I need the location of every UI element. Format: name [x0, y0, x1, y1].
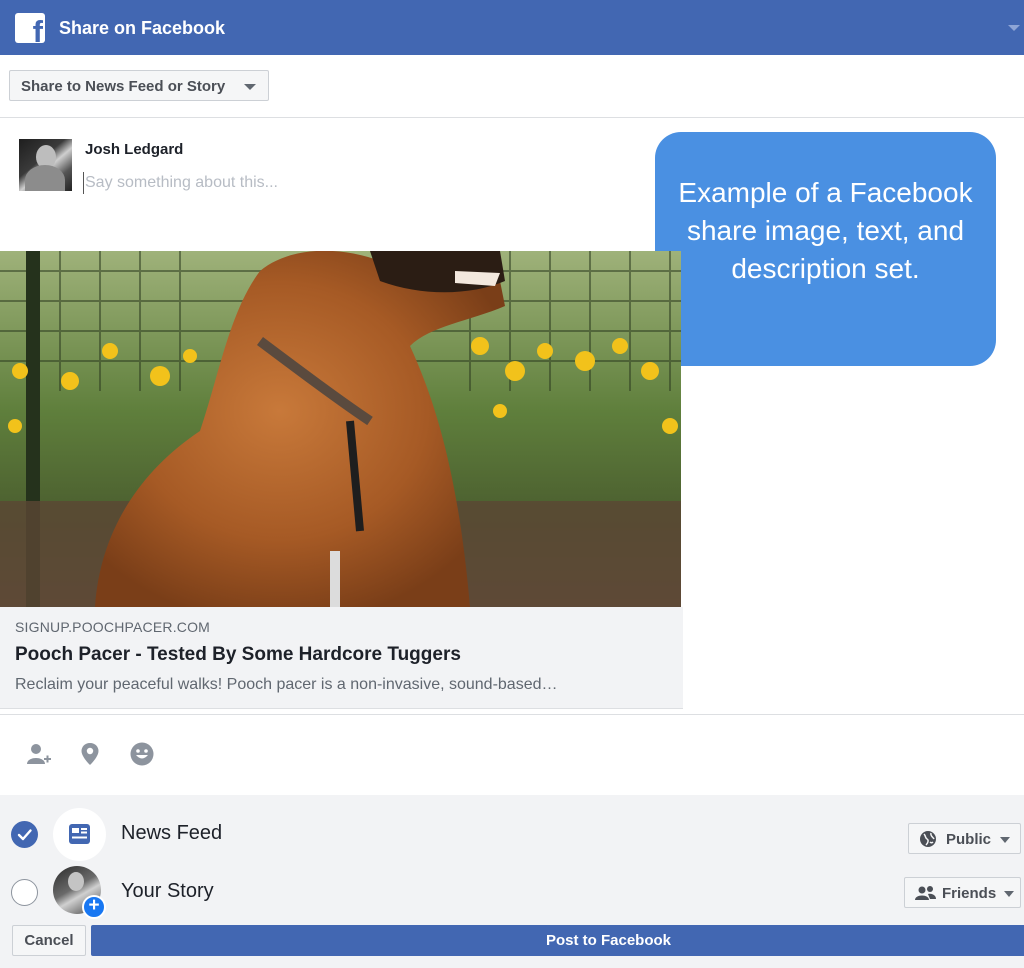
link-preview-image[interactable]	[0, 251, 681, 607]
add-story-plus-icon: +	[82, 895, 106, 919]
dialog-title: Share on Facebook	[59, 18, 226, 38]
share-target-label: Share to News Feed or Story	[21, 78, 226, 95]
news-feed-privacy-selector[interactable]: Public	[908, 823, 1021, 854]
news-feed-icon	[69, 824, 90, 844]
facebook-f-icon: f	[15, 13, 45, 43]
link-domain: SIGNUP.POOCHPACER.COM	[15, 619, 211, 635]
link-description: Reclaim your peaceful walks! Pooch pacer…	[15, 676, 558, 693]
your-story-label[interactable]: Your Story	[121, 880, 214, 903]
divider	[0, 714, 1024, 715]
tag-friends-icon[interactable]	[24, 740, 52, 768]
user-name[interactable]: Josh Ledgard	[85, 141, 183, 158]
news-feed-checkbox[interactable]	[11, 821, 38, 848]
your-story-privacy-label: Friends	[942, 885, 997, 902]
annotation-callout: Example of a Facebook share image, text,…	[655, 132, 996, 366]
caret-down-icon	[1004, 891, 1014, 897]
your-story-radio[interactable]	[11, 879, 38, 906]
share-message-input[interactable]	[83, 172, 483, 194]
chevron-down-icon[interactable]	[1008, 25, 1020, 31]
share-dialog: f Share on Facebook Share to News Feed o…	[0, 0, 1024, 968]
feeling-emoji-icon[interactable]	[128, 740, 156, 768]
share-target-dropdown[interactable]: Share to News Feed or Story	[9, 70, 269, 101]
caret-down-icon	[244, 84, 256, 90]
post-to-facebook-button[interactable]: Post to Facebook	[91, 925, 1024, 956]
divider	[0, 117, 1024, 118]
link-title: Pooch Pacer - Tested By Some Hardcore Tu…	[15, 644, 461, 665]
link-preview-card[interactable]: SIGNUP.POOCHPACER.COM Pooch Pacer - Test…	[0, 607, 683, 709]
location-pin-icon[interactable]	[76, 740, 104, 768]
caret-down-icon	[1000, 837, 1010, 843]
friends-icon	[915, 886, 936, 900]
news-feed-icon-circle	[53, 808, 106, 861]
post-button-label: Post to Facebook	[546, 932, 672, 949]
your-story-privacy-selector[interactable]: Friends	[904, 877, 1021, 908]
checkmark-icon	[17, 829, 32, 841]
globe-icon	[920, 831, 936, 847]
news-feed-label[interactable]: News Feed	[121, 822, 222, 845]
user-avatar[interactable]	[19, 139, 72, 191]
news-feed-privacy-label: Public	[946, 831, 992, 848]
dialog-header: f Share on Facebook	[0, 0, 1024, 55]
cancel-button[interactable]: Cancel	[12, 925, 86, 956]
